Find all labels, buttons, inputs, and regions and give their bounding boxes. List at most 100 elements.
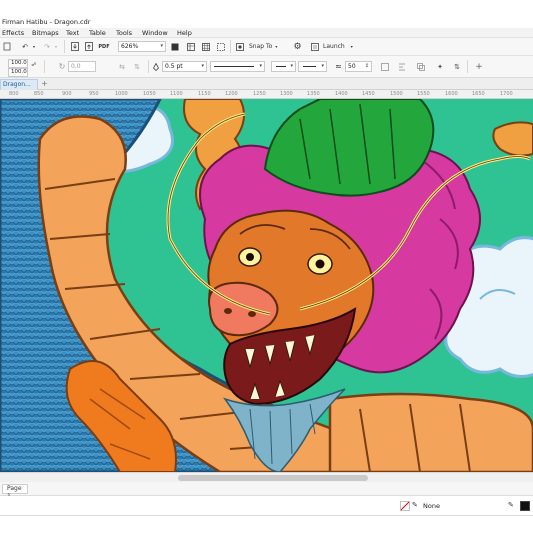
show-rulers-icon[interactable] [186,41,196,52]
chevron-down-icon: ▾ [321,63,324,69]
end-arrowhead-dropdown[interactable]: ▾ [298,61,327,72]
ruler-tick: 1700 [500,91,513,97]
status-bar: ✎ None ✎ [0,496,533,516]
order-icon[interactable] [416,61,426,72]
scale-y-value: 100.0 [11,69,27,75]
snap-to-label: Snap To [249,43,273,50]
ruler-tick: 1050 [143,91,156,97]
pdf-export-icon[interactable]: PDF [98,41,110,52]
bottom-margin [0,516,533,533]
outline-pen-icon [151,61,161,72]
menu-bar: Effects Bitmaps Text Table Tools Window … [0,28,533,38]
snap-to-dropdown[interactable]: Snap To ▾ [249,41,281,52]
stepper-icon: ↕ [364,63,369,69]
zoom-level-field[interactable]: 626% ▾ [118,41,166,52]
page-navigator: Page 1 [0,482,533,500]
options-gear-icon[interactable]: ⚙ [292,41,303,52]
toolbar-separator [64,40,65,53]
ruler-tick: 800 [9,91,19,97]
rotation-angle-field[interactable]: 0.0 [68,61,96,72]
zoom-level-value: 626% [121,43,139,50]
ruler-tick: 1000 [115,91,128,97]
mirror-vertical-icon[interactable]: ⇅ [132,61,142,72]
dragon-claw-right [492,121,533,157]
chevron-down-icon: ▾ [259,63,262,69]
outline-pen-icon[interactable]: ✎ [508,501,516,511]
align-distribute-icon[interactable]: ⇅ [452,61,462,72]
opacity-value: 50 [348,63,356,70]
export-icon[interactable] [84,41,94,52]
chevron-down-icon: ▾ [290,63,293,69]
menu-tools[interactable]: Tools [116,29,132,37]
show-guidelines-icon[interactable] [216,41,226,52]
launcher-icon[interactable] [310,41,320,52]
chevron-down-icon: ▾ [350,44,353,49]
launch-dropdown[interactable]: Launch ▾ [323,41,359,52]
arrowhead-start-preview [276,66,286,67]
add-tab-label: + [41,79,48,88]
document-tab-dragon[interactable]: Dragon... [0,79,38,90]
line-style-preview [214,66,254,67]
scale-x-value: 100.0 [11,60,27,66]
mirror-horizontal-icon[interactable]: ⇆ [117,61,127,72]
undo-icon[interactable]: ↶ [20,41,30,52]
toolbar-separator [230,40,231,53]
fill-swatch-icon[interactable] [400,501,410,511]
rotation-value: 0.0 [71,63,81,70]
opacity-field[interactable]: 50 ↕ [345,61,372,72]
toolbar-separator [467,60,468,73]
ruler-tick: 950 [89,91,99,97]
title-bar: Firman Hatibu - Dragon.cdr [0,0,533,28]
toolbar-separator [148,60,149,73]
horizontal-ruler[interactable]: 800 850 900 950 1000 1050 1100 1150 1200… [0,90,533,99]
scale-y-field[interactable]: 100.0 [8,68,28,77]
ruler-tick: 1350 [307,91,320,97]
transparency-icon: ≈ [335,62,342,71]
lock-ratio-icon[interactable]: ☍ [30,59,38,70]
menu-effects[interactable]: Effects [2,29,24,37]
page-tab[interactable]: Page 1 [2,484,28,500]
toolbar-separator [44,60,45,73]
menu-text[interactable]: Text [66,29,79,37]
import-icon[interactable] [70,41,80,52]
standard-toolbar: ↶ ▾ ↷ ▾ PDF 626% ▾ Snap To ▾ ⚙ Launch ▾ [0,38,533,56]
wrap-text-icon[interactable] [397,61,407,72]
fill-picker-icon[interactable]: ✎ [412,501,420,511]
outline-color-swatch[interactable] [520,501,530,511]
ruler-tick: 1200 [225,91,238,97]
scrollbar-thumb[interactable] [178,475,368,481]
undo-dropdown-icon[interactable]: ▾ [31,41,37,52]
ruler-tick: 1550 [417,91,430,97]
line-style-dropdown[interactable]: ▾ [210,61,265,72]
add-tab-button[interactable]: + [40,80,49,89]
full-screen-icon[interactable] [170,41,180,52]
menu-help[interactable]: Help [177,29,192,37]
menu-table[interactable]: Table [89,29,106,37]
arrowhead-end-preview [303,66,316,67]
clipboard-icon[interactable] [2,41,12,52]
ruler-tick: 1450 [362,91,375,97]
show-grid-icon[interactable] [201,41,211,52]
redo-icon[interactable]: ↷ [42,41,52,52]
ruler-tick: 1100 [170,91,183,97]
scale-x-field[interactable]: 100.0 [8,59,28,68]
ruler-tick: 850 [34,91,44,97]
property-bar: 100.0 100.0 ☍ ↻ 0.0 ⇆ ⇅ 0.5 pt ▾ ▾ ▾ ▾ ≈… [0,56,533,78]
drawing-canvas[interactable] [0,99,533,472]
redo-dropdown-icon[interactable]: ▾ [53,41,59,52]
ruler-tick: 1650 [472,91,485,97]
ruler-tick: 1250 [253,91,266,97]
ruler-tick: 1150 [198,91,211,97]
convert-to-curves-icon[interactable] [380,61,390,72]
effects-sparkle-icon[interactable]: ✦ [435,61,445,72]
dragon-lower-body [328,392,533,472]
menu-bitmaps[interactable]: Bitmaps [32,29,59,37]
menu-window[interactable]: Window [142,29,168,37]
horizontal-scrollbar[interactable] [0,472,533,482]
start-arrowhead-dropdown[interactable]: ▾ [271,61,296,72]
window-title: Firman Hatibu - Dragon.cdr [2,18,91,26]
outline-width-field[interactable]: 0.5 pt ▾ [162,61,207,72]
snap-magnet-icon[interactable] [235,41,245,52]
add-icon[interactable]: + [474,61,484,72]
chevron-down-icon: ▾ [160,43,163,49]
